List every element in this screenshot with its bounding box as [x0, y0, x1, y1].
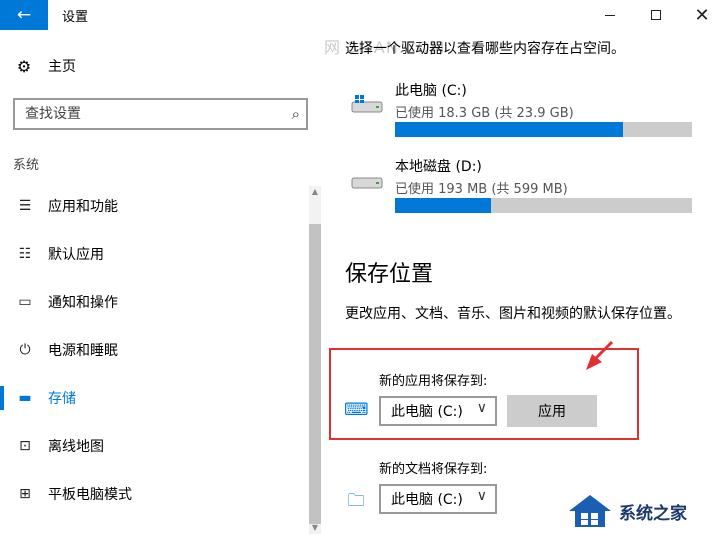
storage-icon: ▬	[18, 390, 32, 406]
default-apps-icon: ☷	[18, 246, 32, 262]
window-title: 设置	[62, 10, 89, 25]
maximize-button[interactable]	[633, 0, 679, 30]
sidebar-item-label: 默认应用	[48, 247, 104, 263]
scroll-down-icon[interactable]: ▼	[309, 522, 321, 534]
save-locations-heading: 保存位置	[345, 262, 434, 287]
usage-bar	[395, 198, 692, 213]
home-label: 主页	[48, 59, 76, 75]
power-icon: ⏻	[19, 342, 31, 358]
sidebar-item-label: 应用和功能	[48, 199, 118, 215]
sidebar-item-label: 通知和操作	[48, 295, 118, 311]
scroll-up-icon[interactable]: ▲	[309, 186, 321, 198]
apps-location-select[interactable]: 此电脑 (C:) ∨	[379, 396, 497, 426]
gear-icon: ⚙	[16, 56, 32, 76]
drive-name: 此电脑 (C:)	[395, 83, 467, 99]
chevron-down-icon: ∨	[476, 488, 487, 504]
usage-bar-fill	[395, 198, 491, 213]
back-button[interactable]: ←	[0, 0, 48, 30]
sidebar-item-label: 离线地图	[48, 439, 104, 455]
drive-name: 本地磁盘 (D:)	[395, 159, 482, 175]
sidebar-item-power-sleep[interactable]: ⏻ 电源和睡眠	[0, 326, 310, 374]
drive-usage: 已使用 193 MB (共 599 MB)	[395, 182, 568, 197]
docs-location-value: 此电脑 (C:)	[391, 492, 463, 508]
title-bar: ← 设置 ✕	[0, 0, 725, 30]
apps-location-value: 此电脑 (C:)	[391, 404, 463, 420]
notification-icon: ▭	[18, 294, 32, 310]
site-logo: 系统之家	[565, 488, 723, 534]
docs-save-label: 新的文档将保存到:	[379, 462, 488, 477]
sidebar-item-apps-features[interactable]: ☰ 应用和功能	[0, 182, 310, 230]
drive-usage: 已使用 18.3 GB (共 23.9 GB)	[395, 106, 574, 121]
usage-bar-fill	[395, 122, 623, 137]
maximize-icon	[651, 10, 661, 20]
search-input[interactable]	[15, 100, 270, 128]
pointer-arrow-icon	[586, 340, 614, 370]
section-label: 系统	[13, 158, 40, 173]
drive-icon	[351, 177, 383, 189]
keyboard-icon: ⌨	[344, 400, 369, 420]
active-indicator	[0, 386, 4, 410]
sidebar-item-tablet-mode[interactable]: ⊞ 平板电脑模式	[0, 470, 310, 518]
sidebar-item-label: 电源和睡眠	[48, 343, 118, 359]
house-logo-icon	[569, 495, 611, 527]
tablet-icon: ⊞	[19, 486, 31, 502]
drive-c[interactable]: 此电脑 (C:) 已使用 18.3 GB (共 23.9 GB)	[345, 80, 695, 140]
minimize-icon	[605, 14, 615, 16]
sidebar-item-label: 存储	[48, 391, 76, 407]
sidebar-item-home[interactable]: ⚙ 主页	[14, 56, 76, 76]
close-button[interactable]: ✕	[679, 0, 725, 30]
sidebar-item-storage[interactable]: ▬ 存储	[0, 374, 310, 422]
folder-icon: 🗀	[347, 491, 365, 511]
search-box[interactable]: ⌕	[13, 98, 308, 130]
apps-save-label: 新的应用将保存到:	[379, 374, 488, 389]
main-content: 选择一个驱动器以查看哪些内容存在占空间。 此电脑 (C:) 已使用 18.3 G…	[322, 30, 725, 536]
scrollbar-thumb[interactable]	[309, 224, 321, 524]
usage-bar	[395, 122, 692, 137]
sidebar-item-offline-maps[interactable]: ⊡ 离线地图	[0, 422, 310, 470]
drive-d[interactable]: 本地磁盘 (D:) 已使用 193 MB (共 599 MB)	[345, 156, 695, 216]
close-icon: ✕	[694, 4, 710, 26]
save-locations-description: 更改应用、文档、音乐、图片和视频的默认保存位置。	[345, 306, 681, 322]
sidebar-item-default-apps[interactable]: ☷ 默认应用	[0, 230, 310, 278]
search-icon[interactable]: ⌕	[292, 105, 300, 123]
sidebar-item-label: 平板电脑模式	[48, 487, 132, 503]
intro-text: 选择一个驱动器以查看哪些内容存在占空间。	[345, 41, 625, 57]
logo-text: 系统之家	[619, 503, 687, 524]
sidebar-item-notifications[interactable]: ▭ 通知和操作	[0, 278, 310, 326]
docs-location-select[interactable]: 此电脑 (C:) ∨	[379, 484, 497, 514]
sidebar: ⚙ 主页 ⌕ 系统 ☰ 应用和功能 ☷ 默认应用 ▭ 通知和操作 ⏻ 电源和睡眠…	[0, 30, 322, 536]
list-icon: ☰	[18, 198, 32, 214]
apply-button[interactable]: 应用	[507, 395, 597, 427]
map-icon: ⊡	[19, 438, 31, 454]
minimize-button[interactable]	[587, 0, 633, 30]
back-arrow-icon: ←	[16, 5, 32, 25]
windows-drive-icon	[351, 95, 383, 113]
chevron-down-icon: ∨	[476, 400, 487, 416]
